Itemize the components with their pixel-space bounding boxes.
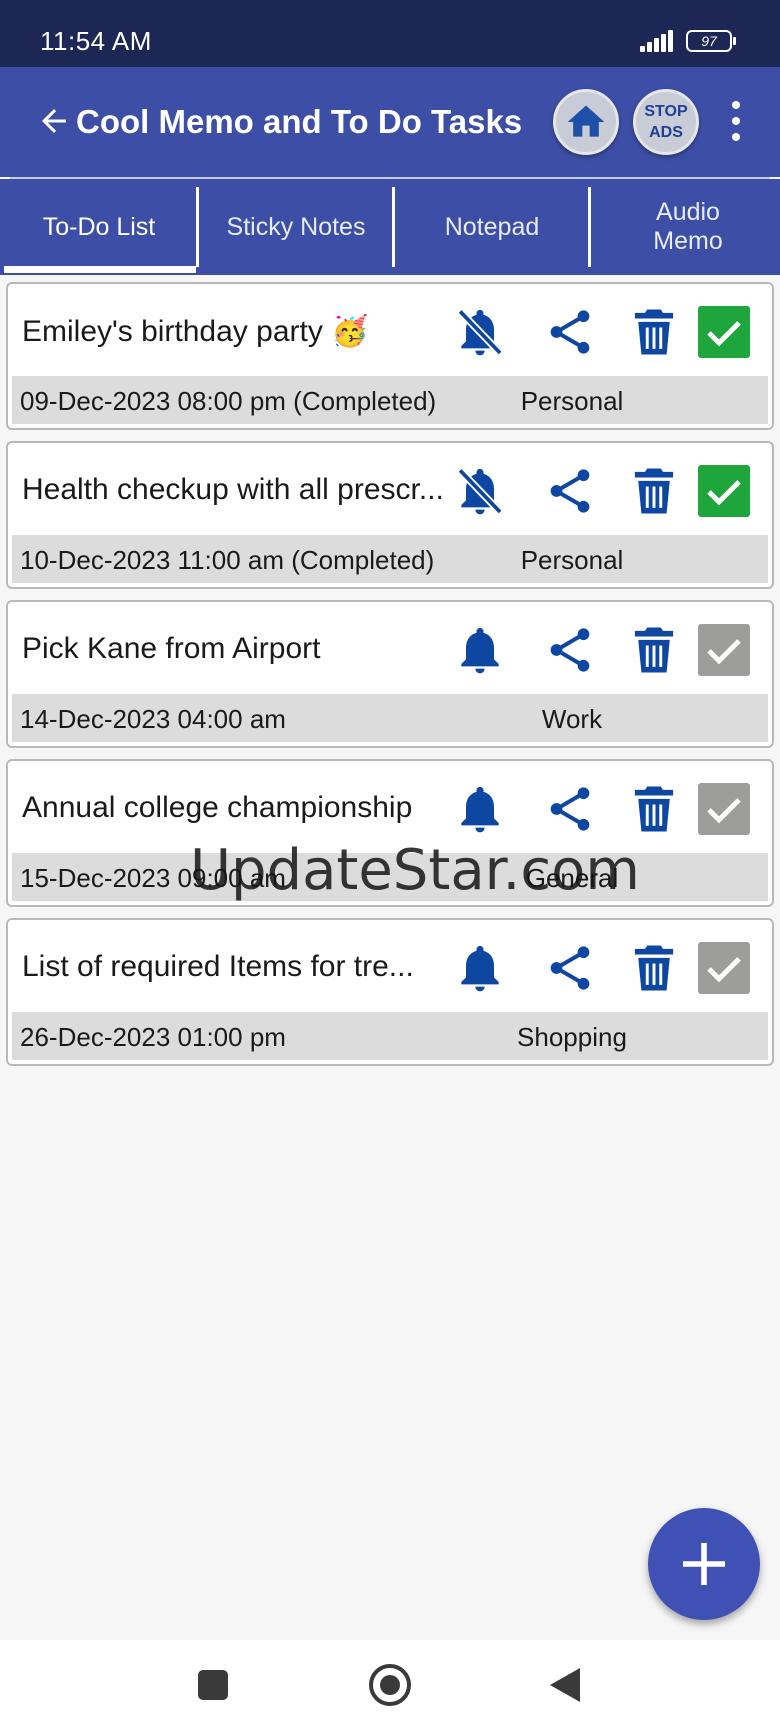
tab-todo-list[interactable]: To-Do List <box>0 179 198 275</box>
task-datetime: 09-Dec-2023 08:00 pm (Completed) <box>20 386 437 416</box>
trash-icon[interactable] <box>624 302 684 362</box>
signal-icon <box>640 30 676 52</box>
bell-icon[interactable] <box>450 620 510 680</box>
status-bar: 11:54 AM 97 <box>0 0 780 67</box>
task-title: Annual college championship <box>22 791 413 824</box>
complete-checkbox[interactable] <box>698 306 750 358</box>
bell-icon[interactable] <box>450 779 510 839</box>
complete-checkbox[interactable] <box>698 465 750 517</box>
tab-notepad[interactable]: Notepad <box>395 179 589 275</box>
task-category: Work <box>541 704 603 734</box>
check-icon <box>707 639 741 665</box>
check-icon <box>707 798 741 824</box>
recents-icon[interactable] <box>198 1670 228 1700</box>
task-footer: 14-Dec-2023 04:00 am Work <box>12 694 768 742</box>
task-card[interactable]: Health checkup with all prescr... 10-Dec… <box>6 441 774 589</box>
stop-ads-button[interactable]: STOP ADS <box>633 89 699 155</box>
add-task-button[interactable] <box>648 1508 760 1620</box>
task-title: Health checkup with all prescr... <box>22 473 444 506</box>
task-datetime: 26-Dec-2023 01:00 pm <box>20 1022 286 1052</box>
check-icon <box>707 957 741 983</box>
tab-bar: To-Do List Sticky Notes Notepad Audio Me… <box>0 179 780 275</box>
task-card[interactable]: Emiley's birthday party 🥳 09-Dec-2023 08… <box>6 282 774 430</box>
bell-icon[interactable] <box>450 938 510 998</box>
back-arrow-icon[interactable] <box>36 103 72 139</box>
task-title: List of required Items for tre... <box>22 950 414 983</box>
plus-icon <box>683 1543 725 1585</box>
task-category: Personal <box>520 386 624 416</box>
battery-icon: 97 <box>686 30 736 52</box>
tab-indicator <box>4 266 196 273</box>
share-icon[interactable] <box>540 461 600 521</box>
check-icon <box>707 321 741 347</box>
tab-audio-memo[interactable]: Audio Memo <box>621 179 755 275</box>
trash-icon[interactable] <box>624 461 684 521</box>
trash-icon[interactable] <box>624 938 684 998</box>
complete-checkbox[interactable] <box>698 942 750 994</box>
back-nav-icon[interactable] <box>550 1668 580 1702</box>
more-options-icon[interactable] <box>726 101 746 141</box>
share-icon[interactable] <box>540 302 600 362</box>
bell-off-icon[interactable] <box>450 302 510 362</box>
task-footer: 26-Dec-2023 01:00 pm Shopping <box>12 1012 768 1060</box>
watermark: UpdateStar.com <box>190 838 640 903</box>
complete-checkbox[interactable] <box>698 624 750 676</box>
task-datetime: 10-Dec-2023 11:00 am (Completed) <box>20 545 435 575</box>
task-card[interactable]: List of required Items for tre... 26-Dec… <box>6 918 774 1066</box>
trash-icon[interactable] <box>624 620 684 680</box>
share-icon[interactable] <box>540 938 600 998</box>
task-datetime: 14-Dec-2023 04:00 am <box>20 704 286 734</box>
share-icon[interactable] <box>540 779 600 839</box>
stop-ads-label-2: ADS <box>649 124 683 141</box>
tab-divider <box>588 187 591 267</box>
task-card[interactable]: Pick Kane from Airport 14-Dec-2023 04:00… <box>6 600 774 748</box>
status-time: 11:54 AM <box>40 26 152 56</box>
task-category: Personal <box>520 545 624 575</box>
task-category: Shopping <box>517 1022 627 1052</box>
task-footer: 09-Dec-2023 08:00 pm (Completed) Persona… <box>12 376 768 424</box>
trash-icon[interactable] <box>624 779 684 839</box>
task-title: Emiley's birthday party 🥳 <box>22 315 369 348</box>
tab-sticky-notes[interactable]: Sticky Notes <box>199 179 393 275</box>
app-bar: Cool Memo and To Do Tasks STOP ADS <box>0 67 780 179</box>
task-footer: 10-Dec-2023 11:00 am (Completed) Persona… <box>12 535 768 583</box>
share-icon[interactable] <box>540 620 600 680</box>
check-icon <box>707 480 741 506</box>
home-nav-icon[interactable] <box>369 1664 411 1706</box>
home-icon <box>567 105 605 137</box>
task-title: Pick Kane from Airport <box>22 632 321 665</box>
system-nav-bar <box>0 1640 780 1733</box>
bell-off-icon[interactable] <box>450 461 510 521</box>
complete-checkbox[interactable] <box>698 783 750 835</box>
stop-ads-label-1: STOP <box>644 103 688 120</box>
home-button[interactable] <box>553 89 619 155</box>
app-title: Cool Memo and To Do Tasks <box>76 103 523 140</box>
